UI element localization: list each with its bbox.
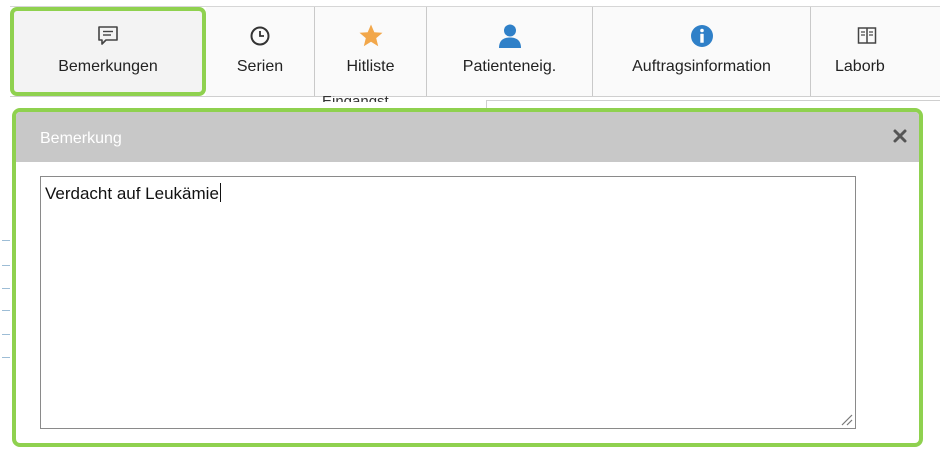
person-icon — [497, 22, 523, 50]
dialog-header: Bemerkung — [16, 112, 919, 162]
book-icon — [857, 22, 877, 50]
patienteneig-label: Patienteneig. — [462, 58, 557, 75]
bemerkungen-button[interactable]: Bemerkungen — [10, 7, 206, 96]
remark-text-wrap: Verdacht auf Leukämie — [45, 183, 221, 204]
toolbar-bottom-border — [10, 96, 940, 97]
serien-button[interactable]: Serien — [206, 7, 314, 96]
background-left-column — [0, 110, 12, 440]
serien-label: Serien — [236, 58, 284, 75]
text-caret — [219, 183, 221, 202]
dialog-title: Bemerkung — [40, 130, 122, 147]
bemerkung-dialog: Bemerkung Verdacht auf Leukämie — [12, 108, 923, 447]
resize-grip-icon[interactable] — [839, 412, 853, 426]
comment-icon — [97, 22, 119, 50]
laborbuch-button[interactable]: Laborb — [810, 7, 940, 96]
auftragsinformation-label: Auftragsinformation — [632, 58, 771, 75]
auftragsinformation-button[interactable]: Auftragsinformation — [592, 7, 810, 96]
bemerkungen-label: Bemerkungen — [58, 58, 158, 75]
laborbuch-label: Laborb — [835, 58, 885, 75]
toolbar: Bemerkungen Serien Hitliste Patienteneig… — [10, 7, 940, 96]
background-field-label: Eingangst — [322, 96, 389, 102]
remark-textarea[interactable]: Verdacht auf Leukämie — [40, 176, 856, 429]
star-icon — [358, 22, 384, 50]
clock-icon — [249, 22, 271, 50]
close-icon[interactable] — [891, 127, 909, 145]
patienteneig-button[interactable]: Patienteneig. — [426, 7, 592, 96]
info-icon — [690, 22, 714, 50]
remark-text: Verdacht auf Leukämie — [45, 184, 219, 203]
hitliste-label: Hitliste — [346, 58, 395, 75]
hitliste-button[interactable]: Hitliste — [314, 7, 426, 96]
